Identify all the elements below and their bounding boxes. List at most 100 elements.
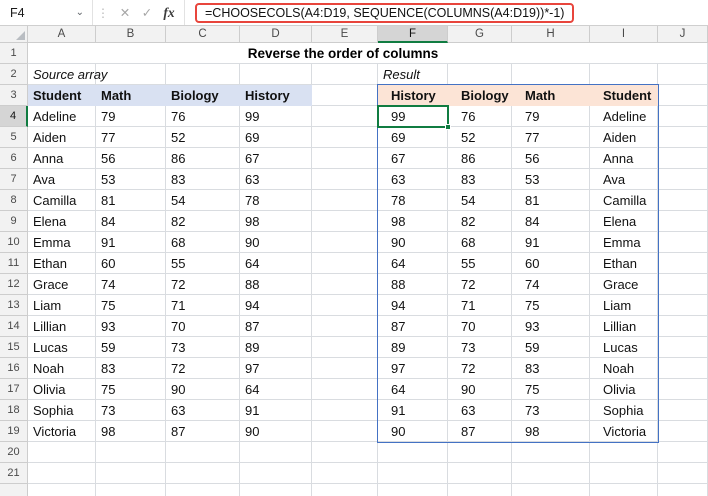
cell-C17[interactable]: 90 bbox=[166, 379, 240, 400]
cell-F13[interactable]: 94 bbox=[378, 295, 448, 316]
enter-icon[interactable]: ✓ bbox=[136, 5, 158, 20]
column-header-J[interactable]: J bbox=[658, 26, 708, 43]
cell-E4[interactable] bbox=[312, 106, 378, 127]
cell-E11[interactable] bbox=[312, 253, 378, 274]
column-header-B[interactable]: B bbox=[96, 26, 166, 43]
cell-J3[interactable] bbox=[658, 85, 708, 106]
cell-F22[interactable] bbox=[378, 484, 448, 496]
cell-I17[interactable]: Olivia bbox=[590, 379, 658, 400]
cell-D2[interactable] bbox=[240, 64, 312, 85]
cell-G21[interactable] bbox=[448, 463, 512, 484]
cell-G5[interactable]: 52 bbox=[448, 127, 512, 148]
cell-J21[interactable] bbox=[658, 463, 708, 484]
cell-B12[interactable]: 74 bbox=[96, 274, 166, 295]
cell-H8[interactable]: 81 bbox=[512, 190, 590, 211]
column-header-A[interactable]: A bbox=[28, 26, 96, 43]
cell-G9[interactable]: 82 bbox=[448, 211, 512, 232]
cell-C3[interactable]: Biology bbox=[166, 85, 240, 106]
row-header-3[interactable]: 3 bbox=[0, 85, 28, 106]
cell-F14[interactable]: 87 bbox=[378, 316, 448, 337]
cell-I22[interactable] bbox=[590, 484, 658, 496]
column-header-I[interactable]: I bbox=[590, 26, 658, 43]
cell-G11[interactable]: 55 bbox=[448, 253, 512, 274]
cell-J19[interactable] bbox=[658, 421, 708, 442]
cell-E18[interactable] bbox=[312, 400, 378, 421]
cell-A21[interactable] bbox=[28, 463, 96, 484]
cell-F2[interactable]: Result bbox=[378, 64, 448, 85]
cell-J1[interactable] bbox=[658, 43, 708, 64]
cell-D19[interactable]: 90 bbox=[240, 421, 312, 442]
cell-I2[interactable] bbox=[590, 64, 658, 85]
cell-F8[interactable]: 78 bbox=[378, 190, 448, 211]
cell-F15[interactable]: 89 bbox=[378, 337, 448, 358]
column-header-F[interactable]: F bbox=[378, 26, 448, 43]
cell-E5[interactable] bbox=[312, 127, 378, 148]
select-all-corner[interactable] bbox=[0, 26, 28, 43]
cell-E21[interactable] bbox=[312, 463, 378, 484]
cell-G22[interactable] bbox=[448, 484, 512, 496]
cell-B22[interactable] bbox=[96, 484, 166, 496]
cell-C15[interactable]: 73 bbox=[166, 337, 240, 358]
cell-A5[interactable]: Aiden bbox=[28, 127, 96, 148]
cell-E16[interactable] bbox=[312, 358, 378, 379]
column-header-D[interactable]: D bbox=[240, 26, 312, 43]
cell-J17[interactable] bbox=[658, 379, 708, 400]
cell-E19[interactable] bbox=[312, 421, 378, 442]
cell-G7[interactable]: 83 bbox=[448, 169, 512, 190]
cell-D18[interactable]: 91 bbox=[240, 400, 312, 421]
cell-J9[interactable] bbox=[658, 211, 708, 232]
cell-B16[interactable]: 83 bbox=[96, 358, 166, 379]
cell-F20[interactable] bbox=[378, 442, 448, 463]
cancel-icon[interactable]: ✕ bbox=[114, 5, 136, 20]
cell-D10[interactable]: 90 bbox=[240, 232, 312, 253]
cell-I9[interactable]: Elena bbox=[590, 211, 658, 232]
cell-I20[interactable] bbox=[590, 442, 658, 463]
cell-B6[interactable]: 56 bbox=[96, 148, 166, 169]
cell-F10[interactable]: 90 bbox=[378, 232, 448, 253]
cell-E9[interactable] bbox=[312, 211, 378, 232]
cell-C14[interactable]: 70 bbox=[166, 316, 240, 337]
cell-C5[interactable]: 52 bbox=[166, 127, 240, 148]
row-header-22[interactable] bbox=[0, 484, 28, 496]
cell-B20[interactable] bbox=[96, 442, 166, 463]
cell-H6[interactable]: 56 bbox=[512, 148, 590, 169]
cell-J14[interactable] bbox=[658, 316, 708, 337]
cell-H11[interactable]: 60 bbox=[512, 253, 590, 274]
cell-C16[interactable]: 72 bbox=[166, 358, 240, 379]
cell-A19[interactable]: Victoria bbox=[28, 421, 96, 442]
cell-H10[interactable]: 91 bbox=[512, 232, 590, 253]
cell-D6[interactable]: 67 bbox=[240, 148, 312, 169]
cell-H18[interactable]: 73 bbox=[512, 400, 590, 421]
cell-J10[interactable] bbox=[658, 232, 708, 253]
cell-A10[interactable]: Emma bbox=[28, 232, 96, 253]
fill-handle[interactable] bbox=[445, 124, 451, 130]
cell-H20[interactable] bbox=[512, 442, 590, 463]
cell-C19[interactable]: 87 bbox=[166, 421, 240, 442]
cell-D21[interactable] bbox=[240, 463, 312, 484]
cell-E15[interactable] bbox=[312, 337, 378, 358]
column-header-C[interactable]: C bbox=[166, 26, 240, 43]
cell-A14[interactable]: Lillian bbox=[28, 316, 96, 337]
cell-J2[interactable] bbox=[658, 64, 708, 85]
cell-I14[interactable]: Lillian bbox=[590, 316, 658, 337]
cell-A12[interactable]: Grace bbox=[28, 274, 96, 295]
cell-G3[interactable]: Biology bbox=[448, 85, 512, 106]
row-header-10[interactable]: 10 bbox=[0, 232, 28, 253]
cell-E6[interactable] bbox=[312, 148, 378, 169]
cell-C2[interactable] bbox=[166, 64, 240, 85]
cell-B3[interactable]: Math bbox=[96, 85, 166, 106]
cell-D12[interactable]: 88 bbox=[240, 274, 312, 295]
cell-B7[interactable]: 53 bbox=[96, 169, 166, 190]
cell-I6[interactable]: Anna bbox=[590, 148, 658, 169]
cell-I12[interactable]: Grace bbox=[590, 274, 658, 295]
cell-E20[interactable] bbox=[312, 442, 378, 463]
cell-A6[interactable]: Anna bbox=[28, 148, 96, 169]
cell-I15[interactable]: Lucas bbox=[590, 337, 658, 358]
cell-C20[interactable] bbox=[166, 442, 240, 463]
cell-J7[interactable] bbox=[658, 169, 708, 190]
cell-A4[interactable]: Adeline bbox=[28, 106, 96, 127]
cell-G16[interactable]: 72 bbox=[448, 358, 512, 379]
cell-D11[interactable]: 64 bbox=[240, 253, 312, 274]
cell-H13[interactable]: 75 bbox=[512, 295, 590, 316]
cell-E17[interactable] bbox=[312, 379, 378, 400]
